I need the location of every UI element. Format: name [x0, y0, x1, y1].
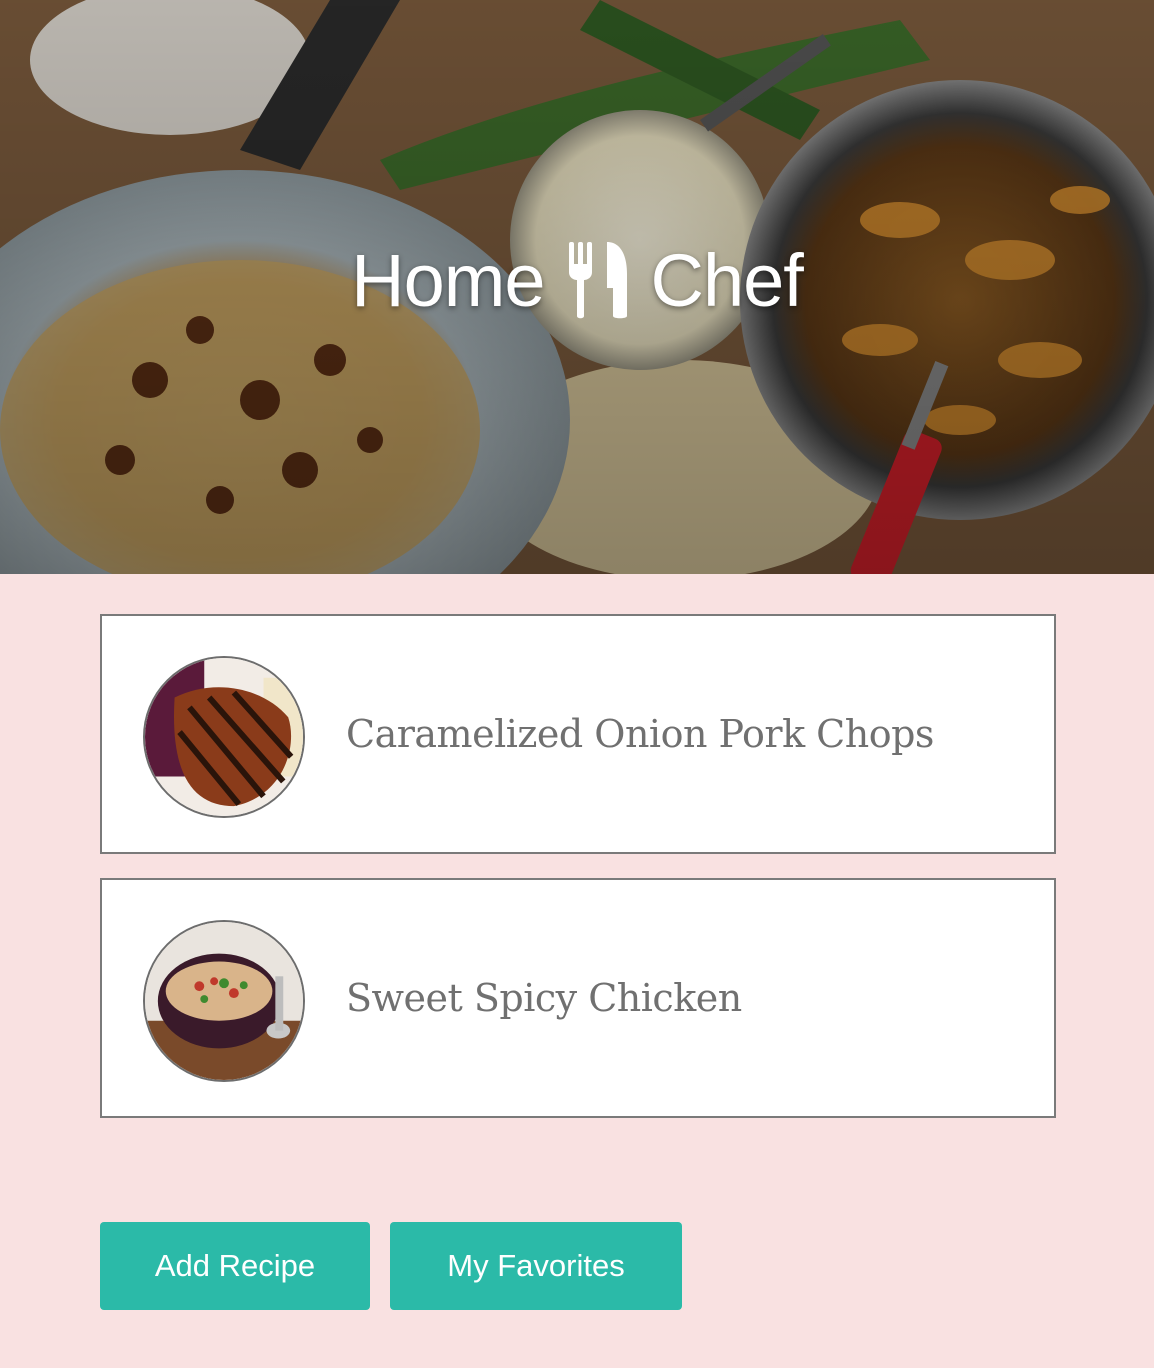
recipe-name[interactable]: Caramelized Onion Pork Chops	[346, 616, 934, 852]
add-recipe-button[interactable]: Add Recipe	[100, 1222, 370, 1310]
recipe-card[interactable]: Sweet Spicy Chicken	[100, 878, 1056, 1118]
site-title-home: Home	[351, 238, 545, 322]
recipe-thumbnail	[143, 656, 305, 818]
site-title-chef: Chef	[650, 238, 804, 322]
my-favorites-button[interactable]: My Favorites	[390, 1222, 682, 1310]
recipe-name[interactable]: Sweet Spicy Chicken	[346, 880, 742, 1116]
site-title: Home Chef	[0, 230, 1154, 330]
chicken-bowl-photo	[145, 922, 303, 1080]
hero-banner: Home Chef	[0, 0, 1154, 574]
recipe-card[interactable]: Caramelized Onion Pork Chops	[100, 614, 1056, 854]
recipe-thumbnail	[143, 920, 305, 1082]
pork-chop-photo	[145, 658, 303, 816]
utensils-icon	[568, 242, 627, 319]
